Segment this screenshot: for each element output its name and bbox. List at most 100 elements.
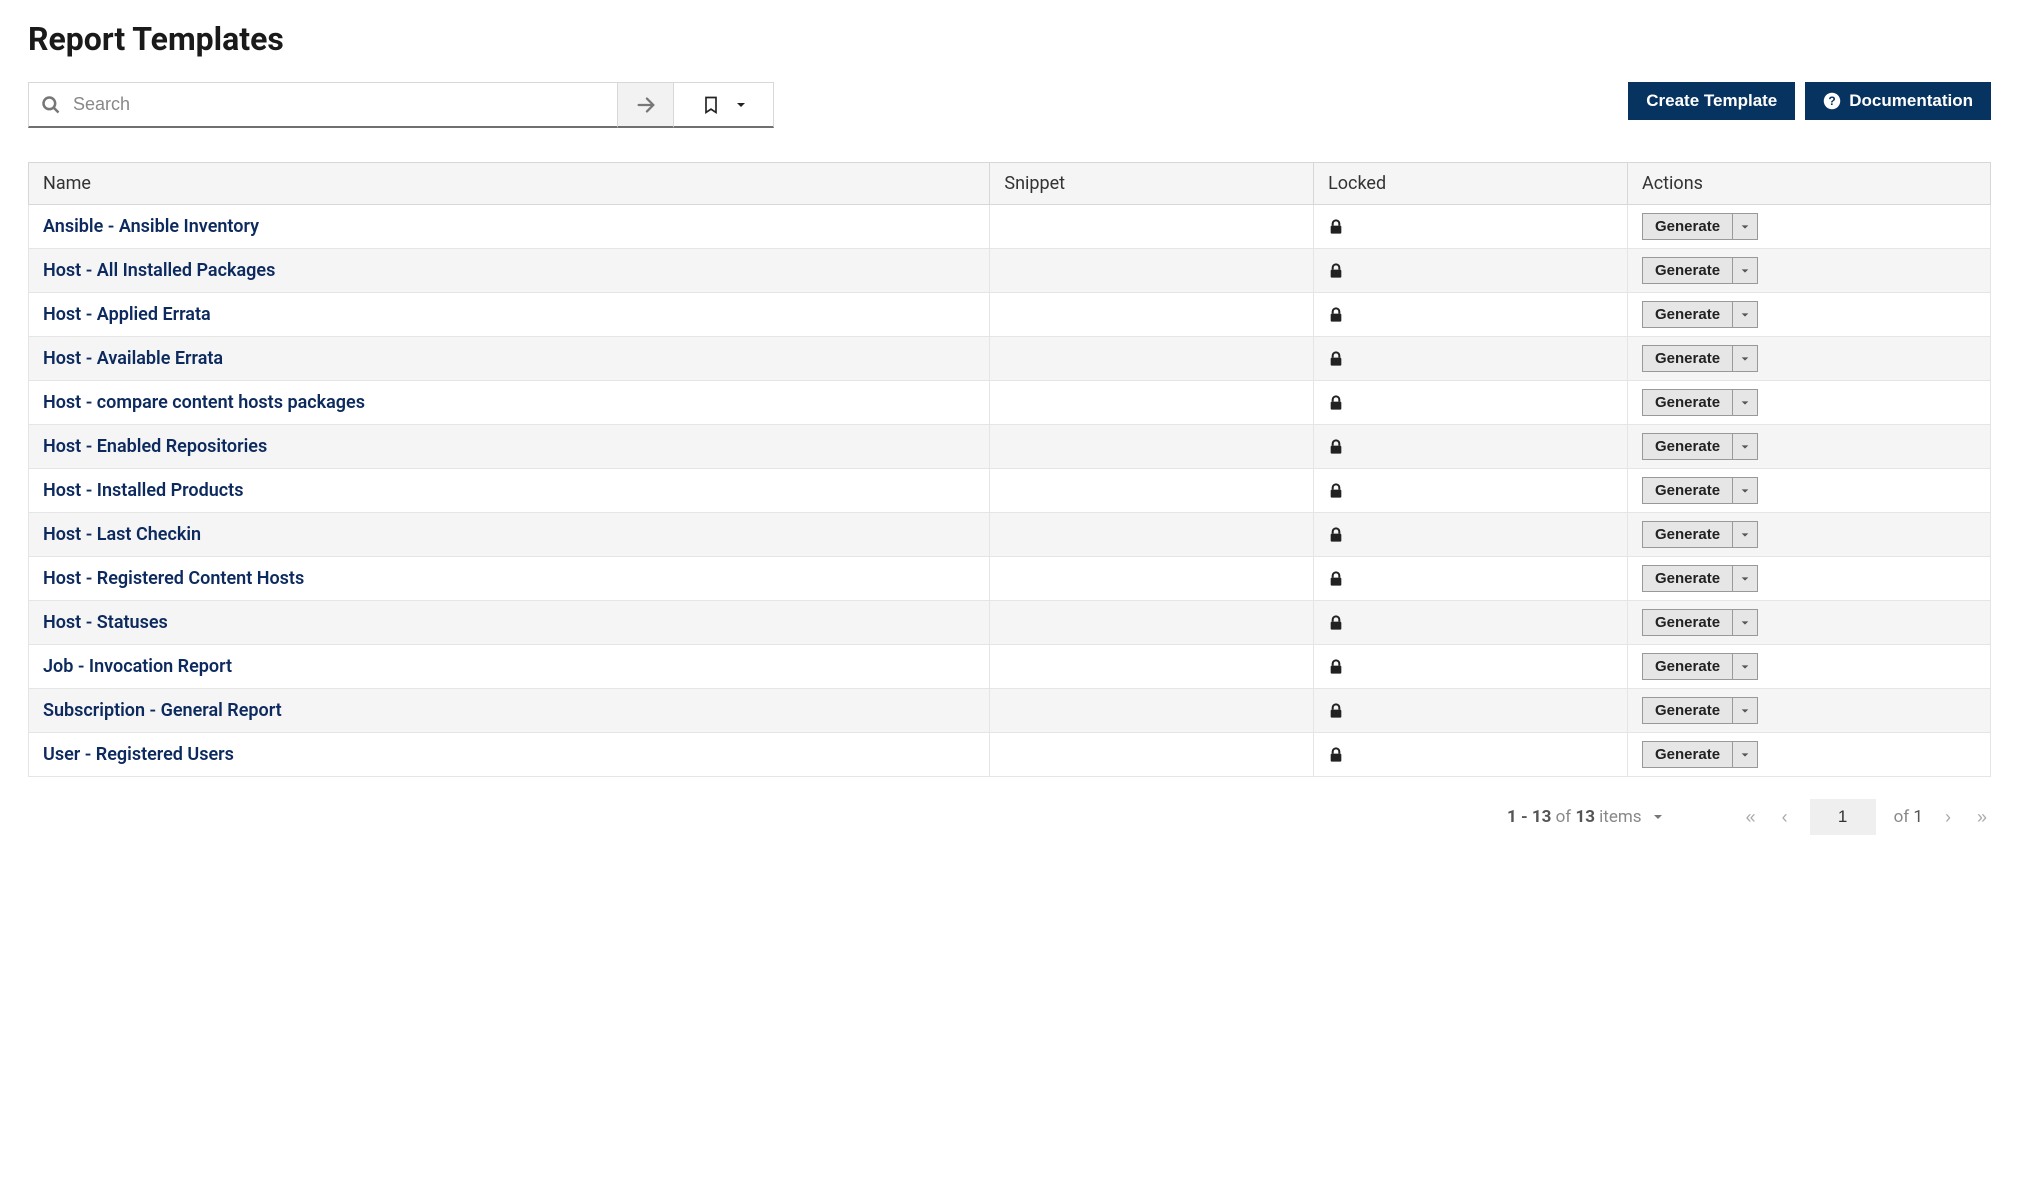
generate-split-button: Generate [1642,653,1758,680]
template-name-link[interactable]: Host - Registered Content Hosts [43,568,304,589]
template-name-link[interactable]: Subscription - General Report [43,700,282,721]
template-name-link[interactable]: User - Registered Users [43,744,234,765]
generate-dropdown-toggle[interactable] [1733,566,1757,591]
table-row: Host - Last Checkin Generate [29,513,1991,557]
generate-button[interactable]: Generate [1643,478,1733,503]
lock-icon [1328,702,1344,720]
generate-split-button: Generate [1642,741,1758,768]
generate-dropdown-toggle[interactable] [1733,742,1757,767]
prev-page-button[interactable]: ‹ [1778,803,1792,832]
column-header-locked[interactable]: Locked [1314,163,1628,205]
generate-dropdown-toggle[interactable] [1733,478,1757,503]
current-page-input[interactable] [1810,799,1876,835]
template-name-link[interactable]: Host - Statuses [43,612,168,633]
caret-down-icon [1740,750,1750,760]
actions-cell: Generate [1628,733,1991,777]
caret-down-icon [1740,530,1750,540]
locked-cell [1314,513,1628,557]
generate-dropdown-toggle[interactable] [1733,698,1757,723]
snippet-cell [990,249,1314,293]
generate-dropdown-toggle[interactable] [1733,654,1757,679]
documentation-button[interactable]: ? Documentation [1805,82,1991,120]
generate-button[interactable]: Generate [1643,698,1733,723]
locked-cell [1314,469,1628,513]
generate-button[interactable]: Generate [1643,214,1733,239]
template-name-link[interactable]: Job - Invocation Report [43,656,232,677]
generate-button[interactable]: Generate [1643,390,1733,415]
table-row: Host - compare content hosts packages Gen… [29,381,1991,425]
snippet-cell [990,337,1314,381]
items-summary[interactable]: 1 - 13 of 13 items [1507,807,1664,827]
table-row: Host - Statuses Generate [29,601,1991,645]
search-submit-button[interactable] [618,82,674,128]
template-name-link[interactable]: Host - Last Checkin [43,524,201,545]
snippet-cell [990,601,1314,645]
actions-cell: Generate [1628,249,1991,293]
template-name-link[interactable]: Host - Applied Errata [43,304,211,325]
toolbar: Create Template ? Documentation [28,82,1991,128]
actions-cell: Generate [1628,601,1991,645]
caret-down-icon [1740,618,1750,628]
column-header-actions: Actions [1628,163,1991,205]
snippet-cell [990,645,1314,689]
table-row: Ansible - Ansible Inventory Generate [29,205,1991,249]
generate-split-button: Generate [1642,565,1758,592]
generate-dropdown-toggle[interactable] [1733,302,1757,327]
generate-button[interactable]: Generate [1643,302,1733,327]
generate-button[interactable]: Generate [1643,654,1733,679]
table-row: Job - Invocation Report Generate [29,645,1991,689]
first-page-button[interactable]: « [1742,803,1760,832]
generate-dropdown-toggle[interactable] [1733,346,1757,371]
locked-cell [1314,293,1628,337]
generate-dropdown-toggle[interactable] [1733,610,1757,635]
lock-icon [1328,262,1344,280]
template-name-link[interactable]: Host - Installed Products [43,480,243,501]
arrow-right-icon [635,94,657,116]
lock-icon [1328,438,1344,456]
generate-dropdown-toggle[interactable] [1733,522,1757,547]
locked-cell [1314,425,1628,469]
last-page-button[interactable]: » [1973,803,1991,832]
locked-cell [1314,601,1628,645]
generate-button[interactable]: Generate [1643,566,1733,591]
generate-button[interactable]: Generate [1643,522,1733,547]
actions-cell: Generate [1628,293,1991,337]
template-name-link[interactable]: Host - All Installed Packages [43,260,275,281]
column-header-name[interactable]: Name [29,163,990,205]
generate-button[interactable]: Generate [1643,610,1733,635]
table-row: Host - Applied Errata Generate [29,293,1991,337]
snippet-cell [990,381,1314,425]
pagination: 1 - 13 of 13 items « ‹ of 1 › » [28,799,1991,835]
snippet-cell [990,469,1314,513]
lock-icon [1328,570,1344,588]
column-header-snippet[interactable]: Snippet [990,163,1314,205]
locked-cell [1314,337,1628,381]
snippet-cell [990,689,1314,733]
lock-icon [1328,306,1344,324]
table-row: Host - All Installed Packages Generate [29,249,1991,293]
generate-dropdown-toggle[interactable] [1733,258,1757,283]
locked-cell [1314,689,1628,733]
template-name-link[interactable]: Host - Available Errata [43,348,223,369]
search-input[interactable] [71,93,605,116]
snippet-cell [990,293,1314,337]
generate-split-button: Generate [1642,213,1758,240]
template-name-link[interactable]: Host - Enabled Repositories [43,436,267,457]
bookmark-dropdown[interactable] [674,82,774,128]
generate-split-button: Generate [1642,389,1758,416]
bookmark-icon [701,93,721,117]
generate-dropdown-toggle[interactable] [1733,390,1757,415]
generate-dropdown-toggle[interactable] [1733,214,1757,239]
template-name-link[interactable]: Ansible - Ansible Inventory [43,216,259,237]
generate-button[interactable]: Generate [1643,346,1733,371]
generate-button[interactable]: Generate [1643,742,1733,767]
create-template-button[interactable]: Create Template [1628,82,1795,120]
generate-button[interactable]: Generate [1643,258,1733,283]
generate-button[interactable]: Generate [1643,434,1733,459]
generate-split-button: Generate [1642,697,1758,724]
next-page-button[interactable]: › [1941,803,1955,832]
generate-dropdown-toggle[interactable] [1733,434,1757,459]
search-group [28,82,774,128]
template-name-link[interactable]: Host - compare content hosts packages [43,392,365,413]
actions-cell: Generate [1628,513,1991,557]
